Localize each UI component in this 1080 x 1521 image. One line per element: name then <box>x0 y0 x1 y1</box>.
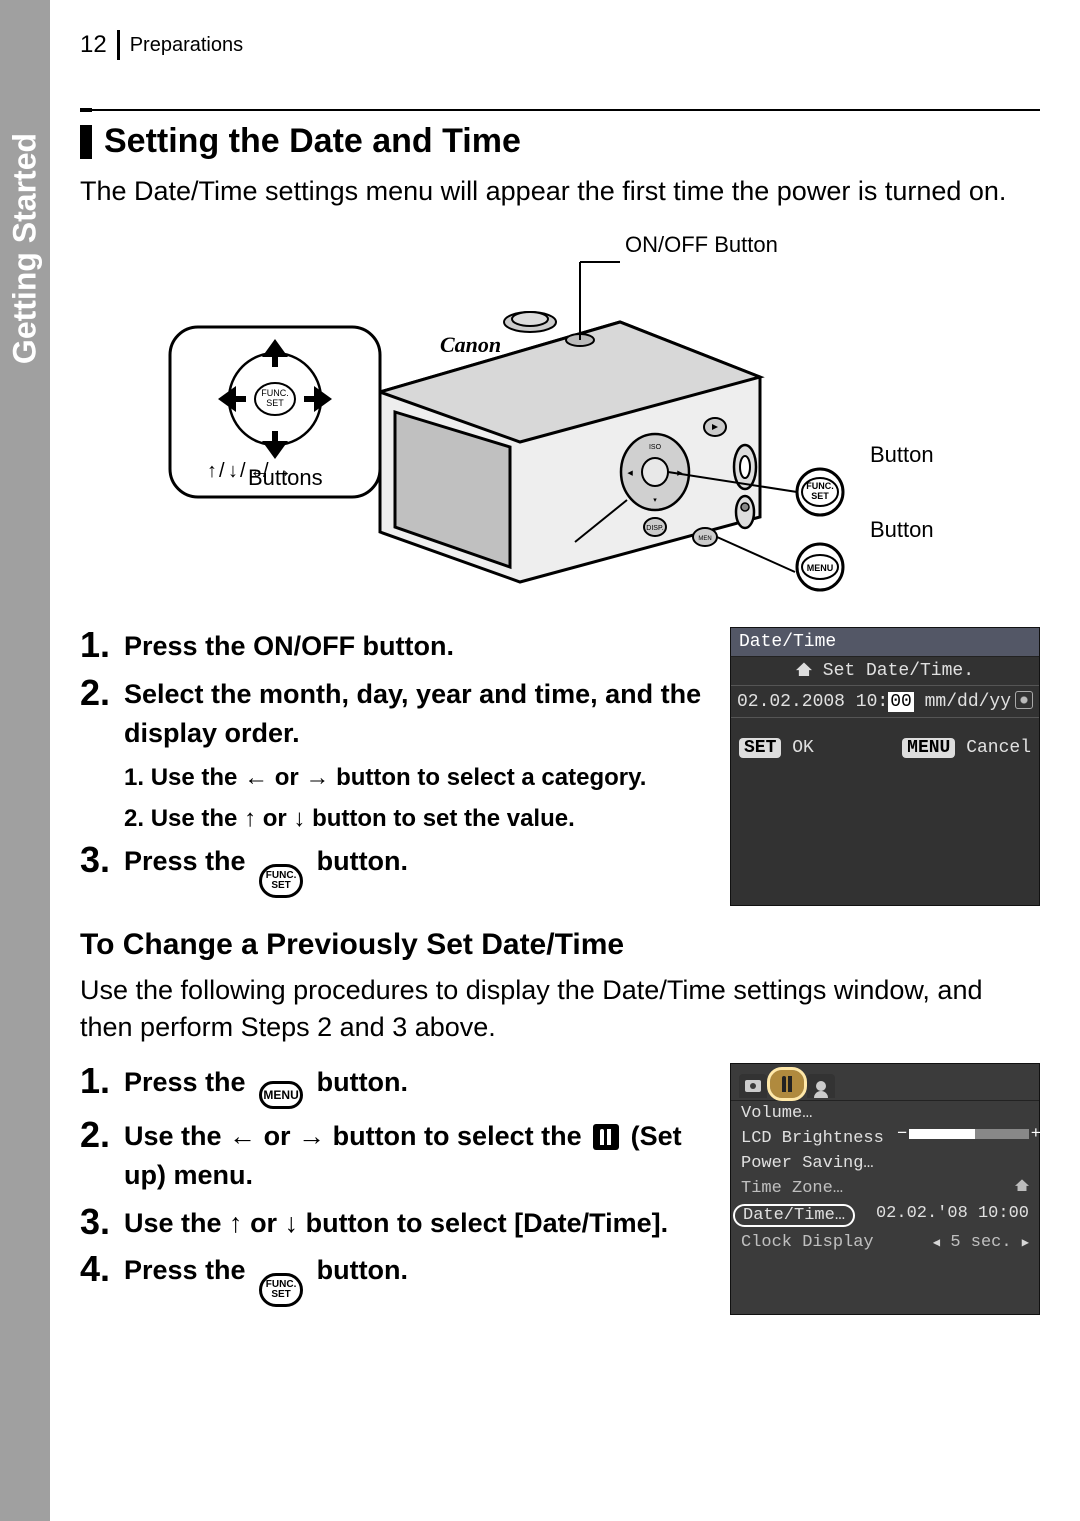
page-header: 12 Preparations <box>80 30 1040 60</box>
lcd1-sub: Set Date/Time. <box>731 657 1039 685</box>
left-arrow-icon: ← <box>244 764 268 791</box>
right-arrow-icon: → <box>305 764 329 791</box>
list-item: LCD Brightness <box>731 1126 1039 1151</box>
svg-text:MENU: MENU <box>807 563 834 573</box>
camera-diagram: Canon ISO ▾ ◀ ▶ <box>150 227 970 597</box>
page-title: Setting the Date and Time <box>104 122 521 161</box>
step-number: 2 <box>80 675 114 753</box>
list-item: Clock Display ◀ 5 sec. ▶ <box>731 1230 1039 1255</box>
step3-text: Press the FUNC. SET button. <box>124 842 710 898</box>
func-callout: Button <box>870 442 934 468</box>
step-number: 1 <box>80 1063 114 1109</box>
separator-icon <box>117 30 120 60</box>
svg-text:↑: ↑ <box>207 460 217 482</box>
svg-text:FUNC.: FUNC. <box>261 388 289 398</box>
lcd1-data: 02.02.2008 10:00 mm/dd/yy <box>731 685 1039 718</box>
setup-tabs <box>731 1064 1039 1101</box>
step-number: 3 <box>80 842 114 898</box>
svg-text:◀: ◀ <box>627 470 633 477</box>
onoff-callout: ON/OFF Button <box>625 232 778 258</box>
tools-icon <box>593 1124 619 1150</box>
set-badge: SET <box>739 738 781 758</box>
left-arrow-icon: ← <box>229 1121 256 1151</box>
b-step1: Press the MENU button. <box>124 1063 710 1109</box>
heading-wrap: Setting the Date and Time <box>80 122 1040 161</box>
svg-text:SET: SET <box>811 491 829 501</box>
list-item: Volume… <box>731 1101 1039 1126</box>
step2-sub2: 2. Use the ↑ or ↓ button to set the valu… <box>124 802 710 837</box>
svg-text:FUNC.: FUNC. <box>806 481 834 491</box>
menu-callout: Button <box>870 517 934 543</box>
svg-text:/: / <box>219 460 225 482</box>
menu-badge: MENU <box>902 738 955 758</box>
b-step4: Press the FUNC. SET button. <box>124 1251 710 1307</box>
setup-menu-lcd: Volume… LCD Brightness Power Saving… Tim… <box>730 1063 1040 1314</box>
heading-accent-icon <box>80 125 92 159</box>
svg-text:↓: ↓ <box>228 460 238 482</box>
step1-text: Press the ON/OFF button. <box>124 627 710 666</box>
menu-icon: MENU <box>259 1081 303 1109</box>
step-number: 1 <box>80 627 114 666</box>
step2-text: Select the month, day, year and time, an… <box>124 675 710 753</box>
date-time-lcd: Date/Time Set Date/Time. 02.02.2008 10:0… <box>730 627 1040 906</box>
horizontal-rule-icon <box>80 108 1040 112</box>
camera-tab-icon <box>739 1074 767 1098</box>
svg-text:DISP.: DISP. <box>646 525 663 532</box>
list-item-selected: Date/Time… 02.02.'08 10:00 <box>731 1201 1039 1230</box>
brand-text: Canon <box>440 332 501 357</box>
mycamera-tab-icon <box>807 1074 835 1098</box>
side-tab: Getting Started <box>0 0 50 1521</box>
step2-sub1: 1. Use the ← or → button to select a cat… <box>124 761 710 796</box>
dpad-callout: Buttons <box>248 465 323 491</box>
list-item: Power Saving… <box>731 1151 1039 1176</box>
change-heading: To Change a Previously Set Date/Time <box>80 928 1040 962</box>
steps-b: 1 Press the MENU button. 2 Use the ← or … <box>80 1063 710 1306</box>
camera-svg: Canon ISO ▾ ◀ ▶ <box>150 227 970 597</box>
func-set-icon: FUNC. SET <box>259 864 303 898</box>
b-step3: Use the ↑ or ↓ button to select [Date/Ti… <box>124 1204 710 1243</box>
breadcrumb: Preparations <box>130 34 243 57</box>
minutes-highlight: 00 <box>888 692 914 712</box>
svg-text:▾: ▾ <box>653 497 657 504</box>
step-number: 4 <box>80 1251 114 1307</box>
brightness-slider-icon <box>909 1129 1029 1139</box>
step-number: 2 <box>80 1117 114 1195</box>
down-arrow-icon: ↓ <box>285 1208 299 1238</box>
steps-a: 1 Press the ON/OFF button. 2 Select the … <box>80 627 710 898</box>
left-triangle-icon: ◀ <box>933 1236 940 1250</box>
lcd1-footer: SET OK MENU Cancel <box>731 718 1039 764</box>
intro-text: The Date/Time settings menu will appear … <box>80 173 1040 209</box>
svg-text:/: / <box>240 460 246 482</box>
tools-tab-icon <box>770 1070 804 1098</box>
svg-text:SET: SET <box>266 398 284 408</box>
up-arrow-icon: ↑ <box>229 1208 243 1238</box>
step-number: 3 <box>80 1204 114 1243</box>
home-icon <box>796 662 812 676</box>
right-arrow-icon: → <box>298 1121 325 1151</box>
right-triangle-icon: ▶ <box>1022 1236 1029 1250</box>
page-number: 12 <box>80 31 107 59</box>
svg-text:ISO: ISO <box>649 444 662 451</box>
change-intro: Use the following procedures to display … <box>80 972 1040 1045</box>
func-set-icon: FUNC. SET <box>259 1273 303 1307</box>
svg-text:MEN: MEN <box>698 536 711 542</box>
side-tab-label: Getting Started <box>7 133 44 364</box>
up-arrow-icon: ↑ <box>244 805 256 832</box>
dst-icon <box>1015 691 1033 709</box>
down-arrow-icon: ↓ <box>293 805 305 832</box>
lcd1-title: Date/Time <box>731 628 1039 657</box>
list-item: Time Zone… <box>731 1176 1039 1201</box>
b-step2: Use the ← or → button to select the (Set… <box>124 1117 710 1195</box>
home-icon <box>1015 1179 1029 1191</box>
